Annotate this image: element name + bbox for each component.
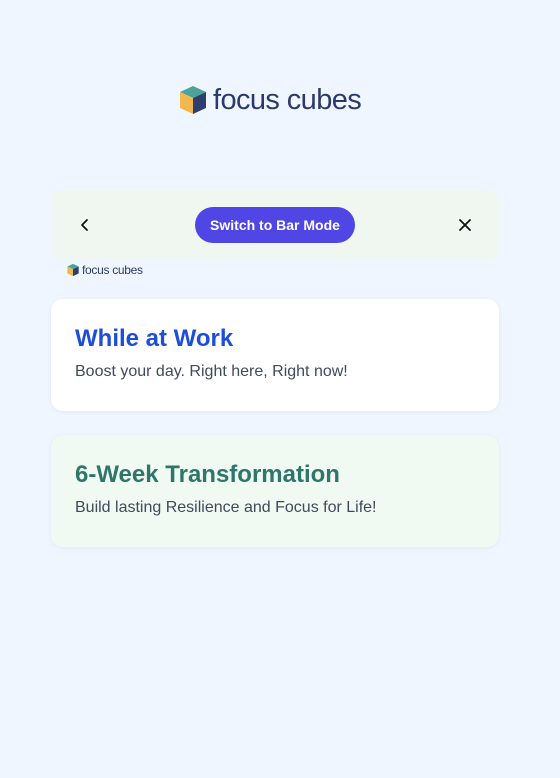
brand-logo: focus cubes: [177, 84, 362, 116]
brand-name: focus cubes: [213, 84, 362, 116]
card-6-week-transformation[interactable]: 6-Week Transformation Build lasting Resi…: [51, 435, 499, 547]
brand-name-small: focus cubes: [82, 263, 143, 277]
brand-logo-small: focus cubes: [66, 263, 143, 277]
back-button[interactable]: [73, 213, 97, 237]
chevron-left-icon: [81, 219, 88, 231]
cube-logo-small-icon: [67, 263, 79, 277]
close-icon: [459, 219, 471, 231]
card-title: While at Work: [75, 325, 234, 352]
card-title: 6-Week Transformation: [75, 461, 340, 488]
card-description: Build lasting Resilience and Focus for L…: [75, 499, 377, 516]
mode-toolbar: Switch to Bar Mode: [51, 190, 499, 260]
switch-to-bar-mode-button[interactable]: Switch to Bar Mode: [195, 207, 355, 243]
card-description: Boost your day. Right here, Right now!: [75, 363, 348, 380]
close-button[interactable]: [453, 213, 477, 237]
card-while-at-work[interactable]: While at Work Boost your day. Right here…: [51, 299, 499, 411]
cube-logo-icon: [180, 86, 206, 114]
